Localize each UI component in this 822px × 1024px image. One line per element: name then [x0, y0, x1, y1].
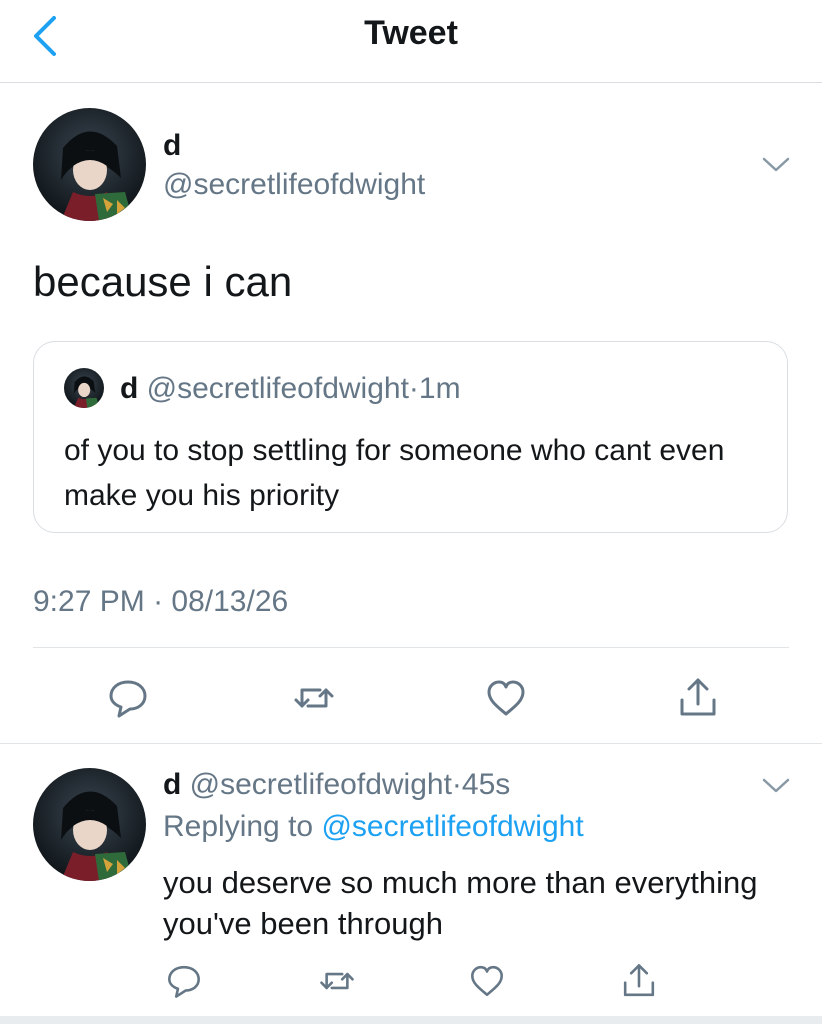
- avatar-image: [33, 108, 146, 221]
- retweet-icon: [320, 972, 354, 990]
- reply-name[interactable]: d: [163, 768, 181, 801]
- bottom-edge: [0, 1016, 822, 1024]
- heart-icon: [471, 965, 503, 997]
- chevron-down-icon: [762, 157, 790, 172]
- reply-meta: d @secretlifeofdwight·45s: [163, 768, 510, 802]
- heart-icon: [487, 680, 525, 716]
- reply-more-options-button[interactable]: [760, 776, 792, 796]
- comment-icon: [109, 680, 147, 718]
- reply-text: you deserve so much more than everything…: [163, 865, 758, 941]
- tweet-timestamp: 9:27 PM · 08/13/26: [33, 585, 288, 619]
- section-divider: [0, 743, 822, 744]
- meta-separator: ·: [451, 768, 462, 801]
- retweet-button[interactable]: [292, 676, 336, 720]
- avatar[interactable]: [33, 108, 146, 221]
- reply-like-button[interactable]: [468, 962, 506, 1000]
- avatar-image: [64, 368, 104, 408]
- tweet-text: because i can: [33, 258, 293, 305]
- divider: [33, 647, 789, 648]
- more-options-button[interactable]: [760, 155, 792, 175]
- replying-to-link[interactable]: @secretlifeofdwight: [321, 810, 583, 843]
- comment-icon: [168, 965, 200, 998]
- reply-avatar[interactable]: [33, 768, 146, 881]
- quoted-handle: @secretlifeofdwight: [146, 372, 409, 405]
- retweet-icon: [294, 688, 334, 708]
- replying-to: Replying to @secretlifeofdwight: [163, 810, 584, 844]
- reply-reply-button[interactable]: [165, 962, 203, 1000]
- quoted-meta: d @secretlifeofdwight·1m: [120, 372, 461, 406]
- page-title: Tweet: [364, 14, 458, 52]
- share-icon: [623, 964, 655, 997]
- author-name[interactable]: d: [163, 129, 181, 163]
- replying-prefix: Replying to: [163, 810, 314, 843]
- quoted-time: 1m: [418, 372, 461, 405]
- reply-retweet-button[interactable]: [318, 962, 356, 1000]
- like-button[interactable]: [484, 676, 528, 720]
- reply-time: 45s: [461, 768, 511, 801]
- quoted-name: d: [120, 372, 139, 405]
- meta-separator: ·: [408, 372, 419, 405]
- reply-button[interactable]: [106, 676, 150, 720]
- quoted-text: of you to stop settling for someone who …: [64, 434, 725, 512]
- tweet-time: 9:27 PM: [33, 585, 145, 618]
- chevron-down-icon: [762, 778, 790, 793]
- top-bar: Tweet: [0, 0, 822, 83]
- quoted-avatar: [64, 368, 104, 408]
- share-icon: [680, 678, 716, 716]
- quoted-tweet[interactable]: d @secretlifeofdwight·1m of you to stop …: [33, 341, 788, 533]
- reply-share-button[interactable]: [620, 962, 658, 1000]
- share-button[interactable]: [676, 676, 720, 720]
- avatar-image: [33, 768, 146, 881]
- reply-handle[interactable]: @secretlifeofdwight: [190, 768, 452, 801]
- timestamp-separator: ·: [153, 585, 164, 618]
- tweet-date: 08/13/26: [171, 585, 289, 618]
- author-handle[interactable]: @secretlifeofdwight: [163, 168, 425, 202]
